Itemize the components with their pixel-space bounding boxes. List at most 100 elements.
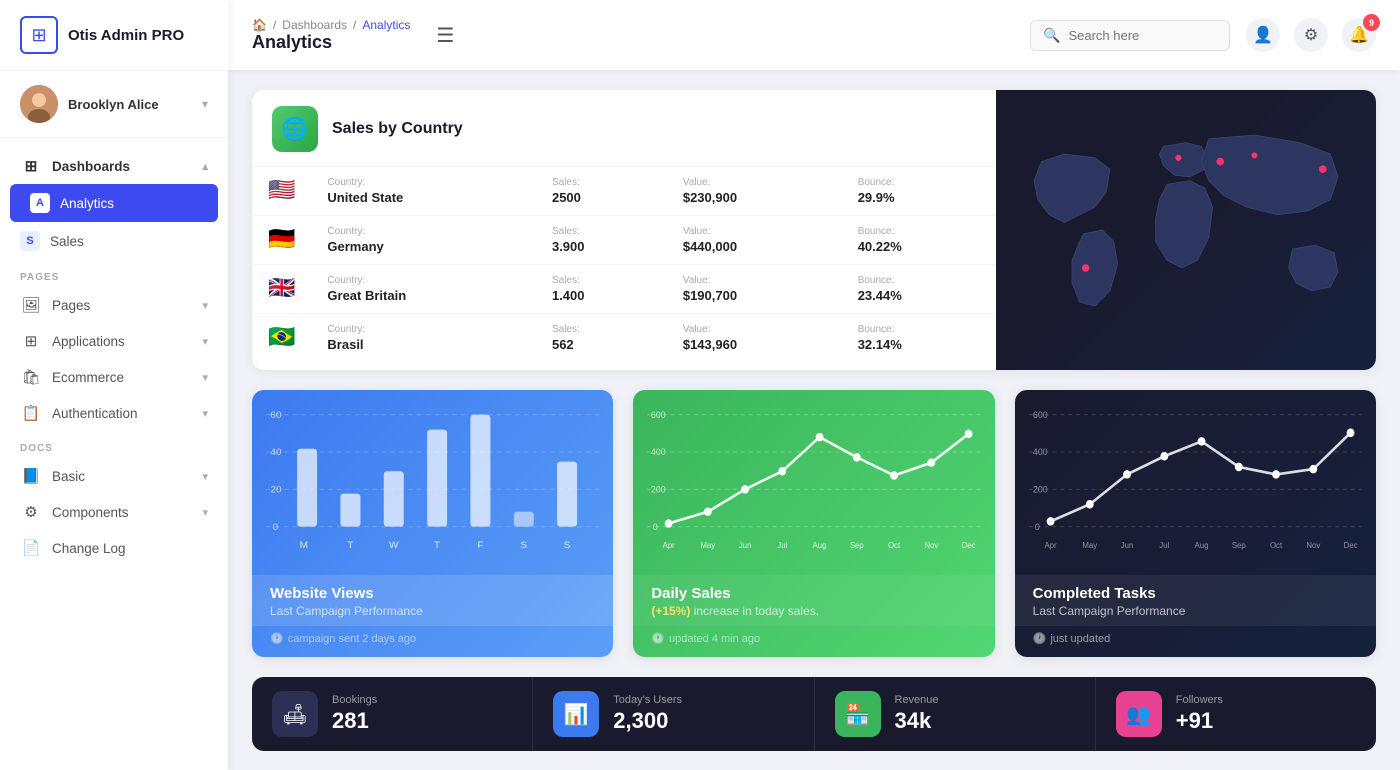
- today_users-label: Today's Users: [613, 694, 682, 706]
- sidebar-user[interactable]: Brooklyn Alice ▾: [0, 71, 228, 138]
- svg-text:F: F: [477, 540, 483, 551]
- sidebar-item-pages[interactable]: 🖼 Pages ▾: [0, 287, 228, 323]
- bounce-cell: Bounce:29.9%: [842, 167, 996, 216]
- sidebar-item-label: Authentication: [52, 406, 138, 421]
- sidebar-item-label: Analytics: [60, 196, 114, 211]
- country-cell: Country:Brasil: [311, 314, 536, 363]
- docs-section-label: DOCS: [0, 431, 228, 458]
- value-cell: Value:$230,900: [667, 167, 842, 216]
- stat-bookings: 🛋 Bookings 281: [252, 677, 533, 751]
- flag-icon: 🇩🇪: [268, 226, 295, 251]
- revenue-label: Revenue: [895, 694, 939, 706]
- completed-tasks-title: Completed Tasks: [1033, 585, 1358, 602]
- website-views-title: Website Views: [270, 585, 595, 602]
- completed-tasks-subtitle: Last Campaign Performance: [1033, 604, 1358, 618]
- svg-text:200: 200: [651, 484, 666, 494]
- basic-chevron-icon: ▾: [202, 470, 208, 483]
- svg-text:400: 400: [651, 447, 666, 457]
- sidebar-item-changelog[interactable]: 📄 Change Log: [0, 530, 228, 566]
- daily-sales-card: 600 400 200 0: [633, 390, 994, 657]
- sales-icon: S: [20, 231, 40, 251]
- sidebar-item-ecommerce[interactable]: 🛍 Ecommerce ▾: [0, 359, 228, 395]
- user-chevron-icon: ▾: [202, 97, 208, 111]
- value-cell: Value:$190,700: [667, 265, 842, 314]
- pages-icon: 🖼: [20, 296, 42, 314]
- bounce-cell: Bounce:23.44%: [842, 265, 996, 314]
- search-box[interactable]: 🔍: [1030, 20, 1230, 51]
- country-cell: Country:Germany: [311, 216, 536, 265]
- sales-table-section: 🌐 Sales by Country 🇺🇸 Country:United Sta…: [252, 90, 996, 370]
- svg-text:May: May: [1082, 541, 1098, 550]
- today_users-value: 2,300: [613, 708, 682, 734]
- today_users-icon: 📊: [553, 691, 599, 737]
- completed-tasks-chart: 600 400 200 0: [1015, 390, 1376, 575]
- daily-sales-subtitle-text: increase in today sales.: [694, 604, 819, 618]
- menu-toggle-icon[interactable]: ☰: [436, 23, 454, 48]
- sales-cell: Sales:1.400: [536, 265, 667, 314]
- sidebar-item-label: Dashboards: [52, 159, 130, 174]
- completed-tasks-footer: 🕐 just updated: [1015, 626, 1376, 657]
- svg-text:Oct: Oct: [888, 541, 901, 550]
- sidebar-navigation: ⊞ Dashboards ▴ A Analytics S Sales PAGES…: [0, 138, 228, 770]
- website-views-chart: 60 40 20 0: [252, 390, 613, 575]
- sales-card-title: Sales by Country: [332, 120, 463, 138]
- user-profile-button[interactable]: 👤: [1246, 18, 1280, 52]
- sidebar-item-label: Change Log: [52, 541, 126, 556]
- sidebar-logo: ⊞ Otis Admin PRO: [0, 0, 228, 71]
- logo-icon: ⊞: [20, 16, 58, 54]
- sidebar-item-label: Pages: [52, 298, 90, 313]
- sidebar-item-analytics[interactable]: A Analytics: [10, 184, 218, 222]
- sidebar-item-sales[interactable]: S Sales: [0, 222, 228, 260]
- notifications-button[interactable]: 🔔 9: [1342, 18, 1376, 52]
- breadcrumb-dashboards[interactable]: Dashboards: [282, 18, 347, 32]
- flag-cell: 🇩🇪: [252, 216, 311, 265]
- svg-text:Aug: Aug: [1194, 541, 1208, 550]
- website-views-subtitle: Last Campaign Performance: [270, 604, 595, 618]
- sidebar-item-basic[interactable]: 📘 Basic ▾: [0, 458, 228, 494]
- sidebar-item-label: Applications: [52, 334, 125, 349]
- pages-section-label: PAGES: [0, 260, 228, 287]
- svg-text:Jun: Jun: [1120, 541, 1133, 550]
- svg-text:60: 60: [270, 410, 282, 421]
- sidebar-item-label: Sales: [50, 234, 84, 249]
- clock-icon: 🕐: [270, 632, 284, 645]
- sidebar-item-authentication[interactable]: 📋 Authentication ▾: [0, 395, 228, 431]
- basic-icon: 📘: [20, 467, 42, 485]
- daily-sales-footer: 🕐 updated 4 min ago: [633, 626, 994, 657]
- svg-text:T: T: [434, 540, 440, 551]
- value-cell: Value:$440,000: [667, 216, 842, 265]
- home-icon: 🏠: [252, 18, 267, 32]
- breadcrumb: 🏠 / Dashboards / Analytics: [252, 18, 410, 32]
- charts-row: 60 40 20 0: [252, 390, 1376, 657]
- gear-icon: ⚙: [1304, 25, 1318, 45]
- sidebar-item-applications[interactable]: ⊞ Applications ▾: [0, 323, 228, 359]
- svg-text:Sep: Sep: [1231, 541, 1245, 550]
- applications-icon: ⊞: [20, 332, 42, 350]
- breadcrumb-sep: /: [273, 18, 276, 32]
- svg-text:Apr: Apr: [663, 541, 675, 550]
- sidebar-item-dashboards[interactable]: ⊞ Dashboards ▴: [0, 148, 228, 184]
- svg-text:W: W: [389, 540, 399, 551]
- svg-text:Sep: Sep: [850, 541, 864, 550]
- svg-text:S: S: [564, 540, 571, 551]
- search-input[interactable]: [1068, 28, 1208, 43]
- followers-value: +91: [1176, 708, 1223, 734]
- svg-text:Aug: Aug: [813, 541, 827, 550]
- daily-sales-title: Daily Sales: [651, 585, 976, 602]
- components-icon: ⚙: [20, 503, 42, 521]
- website-views-card: 60 40 20 0: [252, 390, 613, 657]
- svg-text:May: May: [701, 541, 717, 550]
- user-circle-icon: 👤: [1253, 25, 1273, 45]
- avatar: [20, 85, 58, 123]
- sidebar-item-components[interactable]: ⚙ Components ▾: [0, 494, 228, 530]
- settings-button[interactable]: ⚙: [1294, 18, 1328, 52]
- daily-sales-highlight: (+15%): [651, 604, 690, 618]
- world-map-svg: [996, 100, 1376, 360]
- completed-tasks-card: 600 400 200 0: [1015, 390, 1376, 657]
- header-icons: 👤 ⚙ 🔔 9: [1246, 18, 1376, 52]
- value-cell: Value:$143,960: [667, 314, 842, 363]
- bounce-cell: Bounce:32.14%: [842, 314, 996, 363]
- followers-label: Followers: [1176, 694, 1223, 706]
- table-row: 🇬🇧 Country:Great Britain Sales:1.400 Val…: [252, 265, 996, 314]
- breadcrumb-analytics[interactable]: Analytics: [362, 18, 410, 32]
